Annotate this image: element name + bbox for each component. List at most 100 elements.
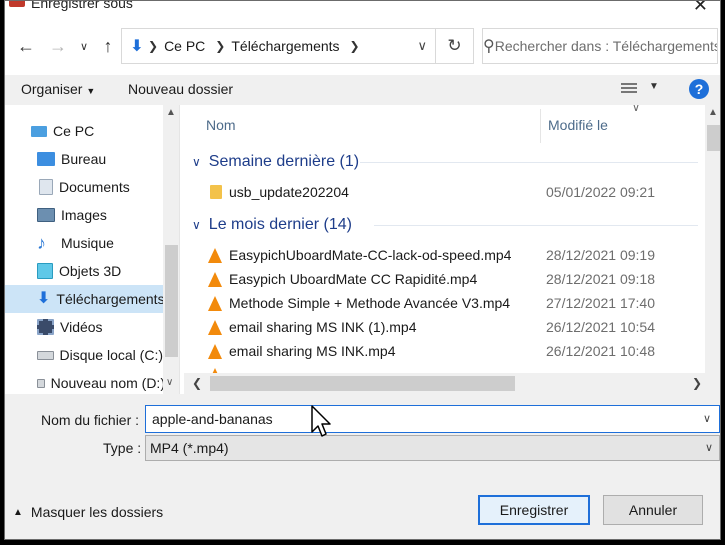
navigation-pane: Ce PC Bureau Documents Images ♪ Musique … xyxy=(5,105,180,394)
file-type-select[interactable]: MP4 (*.mp4) ∨ xyxy=(145,435,720,461)
scrollbar-thumb[interactable] xyxy=(707,125,720,151)
vlc-icon xyxy=(208,272,222,287)
breadcrumb-downloads[interactable]: Téléchargements xyxy=(231,38,339,54)
sort-chevron-icon: ∨ xyxy=(632,105,641,114)
videos-icon xyxy=(37,319,54,335)
refresh-icon[interactable]: ↻ xyxy=(435,29,473,63)
collapse-chevron-icon[interactable]: ∨ xyxy=(192,218,201,232)
view-options-icon[interactable] xyxy=(621,81,637,95)
file-name: EasypichUboardMate-CC-lack-od-speed.mp4 xyxy=(229,247,512,263)
list-item[interactable]: Methode Simple + Methode Avancée V3.mp4 … xyxy=(184,292,704,316)
scroll-left-icon[interactable]: ❮ xyxy=(192,376,202,390)
column-header-name[interactable]: Nom xyxy=(206,117,236,133)
list-item[interactable] xyxy=(184,364,704,373)
pictures-icon xyxy=(37,208,55,222)
new-folder-button[interactable]: Nouveau dossier xyxy=(128,81,233,97)
address-bar[interactable]: ⬇ ❯ Ce PC ❯ Téléchargements ❯ ∨ ↻ xyxy=(121,28,474,64)
main-area: Ce PC Bureau Documents Images ♪ Musique … xyxy=(5,105,720,394)
group-title: Semaine dernière (1) xyxy=(208,153,360,170)
search-box[interactable]: ⚲ Rechercher dans : Téléchargements xyxy=(482,28,718,64)
sidebar-item-music[interactable]: ♪ Musique xyxy=(5,229,163,257)
column-header-modified[interactable]: Modifié le xyxy=(548,117,608,133)
sidebar-item-3d-objects[interactable]: Objets 3D xyxy=(5,257,163,285)
sidebar-item-videos[interactable]: Vidéos xyxy=(5,313,163,341)
help-icon[interactable]: ? xyxy=(689,79,709,99)
list-item[interactable]: email sharing MS INK (1).mp4 26/12/2021 … xyxy=(184,316,704,340)
type-label: Type : xyxy=(103,440,142,456)
group-header-last-month[interactable]: ∨ Le mois dernier (14) xyxy=(192,216,352,234)
file-type-value: MP4 (*.mp4) xyxy=(150,440,229,456)
scrollbar-thumb[interactable] xyxy=(165,245,178,357)
save-form: Nom du fichier : ∨ Type : MP4 (*.mp4) ∨ … xyxy=(5,394,720,539)
sidebar-item-desktop[interactable]: Bureau xyxy=(5,145,163,173)
caret-down-icon: ▼ xyxy=(86,86,96,96)
vlc-icon xyxy=(208,296,222,311)
sidebar-item-downloads[interactable]: ⬇ Téléchargements xyxy=(5,285,165,313)
breadcrumb-this-pc[interactable]: Ce PC xyxy=(164,38,205,54)
sidebar-item-local-disk[interactable]: Disque local (C:) xyxy=(5,341,163,369)
group-divider xyxy=(374,225,698,226)
organize-label: Organiser xyxy=(21,81,83,97)
scroll-right-icon[interactable]: ❯ xyxy=(692,376,702,390)
group-header-last-week[interactable]: ∨ Semaine dernière (1) xyxy=(192,153,359,171)
scroll-up-icon[interactable]: ▲ xyxy=(166,107,176,118)
breadcrumb-chevron-icon[interactable]: ❯ xyxy=(350,39,360,53)
hide-folders-toggle[interactable]: ▲ Masquer les dossiers xyxy=(13,504,163,520)
file-date: 28/12/2021 09:19 xyxy=(546,247,655,263)
up-arrow-icon[interactable]: ↑ xyxy=(95,33,121,59)
sidebar-item-new-volume[interactable]: Nouveau nom (D:) xyxy=(5,369,165,394)
file-name: usb_update202204 xyxy=(229,184,349,200)
breadcrumb-chevron-icon[interactable]: ❯ xyxy=(148,39,158,53)
file-date: 26/12/2021 10:48 xyxy=(546,343,655,359)
scroll-down-icon[interactable]: ∨ xyxy=(166,377,173,388)
sidebar-scrollbar[interactable]: ▲ ∨ xyxy=(163,105,179,394)
cancel-button[interactable]: Annuler xyxy=(603,495,703,525)
back-arrow-icon[interactable]: ← xyxy=(13,33,39,59)
hide-folders-label: Masquer les dossiers xyxy=(30,504,164,520)
sidebar-item-pictures[interactable]: Images xyxy=(5,201,163,229)
filename-input[interactable] xyxy=(145,405,720,433)
list-item[interactable]: Easypich UboardMate CC Rapidité.mp4 28/1… xyxy=(184,268,704,292)
file-list-vertical-scrollbar[interactable]: ▲ xyxy=(705,105,720,373)
sidebar-item-label: Musique xyxy=(61,235,114,251)
file-list-horizontal-scrollbar[interactable]: ❮ ❯ xyxy=(184,373,720,394)
app-icon xyxy=(9,1,25,7)
sidebar-item-label: Objets 3D xyxy=(59,263,122,279)
drive-icon xyxy=(37,378,45,388)
list-item[interactable]: EasypichUboardMate-CC-lack-od-speed.mp4 … xyxy=(184,244,704,268)
filename-label: Nom du fichier : xyxy=(41,412,140,428)
3d-objects-icon xyxy=(37,263,53,279)
navigation-bar: ← → ∨ ↑ ⬇ ❯ Ce PC ❯ Téléchargements ❯ ∨ … xyxy=(5,19,720,75)
column-separator[interactable] xyxy=(540,109,541,143)
scrollbar-thumb[interactable] xyxy=(210,376,515,391)
chevron-down-icon: ∨ xyxy=(704,442,713,454)
sidebar-item-this-pc[interactable]: Ce PC xyxy=(5,117,163,145)
save-as-dialog: Enregistrer sous ✕ ← → ∨ ↑ ⬇ ❯ Ce PC ❯ T… xyxy=(4,0,721,540)
group-divider xyxy=(360,162,698,163)
recent-locations-chevron-icon[interactable]: ∨ xyxy=(71,33,97,59)
file-name: Easypich UboardMate CC Rapidité.mp4 xyxy=(229,271,478,287)
view-dropdown-icon[interactable]: ▼ xyxy=(649,81,659,92)
list-item[interactable]: email sharing MS INK.mp4 26/12/2021 10:4… xyxy=(184,340,704,364)
title-bar: Enregistrer sous ✕ xyxy=(5,1,720,19)
organize-button[interactable]: Organiser ▼ xyxy=(21,81,95,97)
list-item[interactable]: usb_update202204 05/01/2022 09:21 xyxy=(184,181,704,205)
close-icon[interactable]: ✕ xyxy=(693,1,708,16)
documents-icon xyxy=(39,179,53,195)
vlc-icon xyxy=(208,320,222,335)
music-icon: ♪ xyxy=(37,233,46,253)
scroll-up-icon[interactable]: ▲ xyxy=(708,107,718,118)
sidebar-item-documents[interactable]: Documents xyxy=(5,173,163,201)
collapse-chevron-icon[interactable]: ∨ xyxy=(192,155,201,169)
breadcrumb-chevron-icon[interactable]: ❯ xyxy=(215,39,225,53)
file-name: Methode Simple + Methode Avancée V3.mp4 xyxy=(229,295,511,311)
forward-arrow-icon[interactable]: → xyxy=(45,33,71,59)
search-icon: ⚲ xyxy=(483,38,495,55)
window-title: Enregistrer sous xyxy=(31,0,133,11)
desktop-icon xyxy=(37,152,55,166)
save-button[interactable]: Enregistrer xyxy=(478,495,590,525)
filename-dropdown-icon[interactable]: ∨ xyxy=(703,412,711,425)
caret-up-icon: ▲ xyxy=(13,506,23,518)
sidebar-item-label: Bureau xyxy=(61,151,107,167)
address-dropdown-icon[interactable]: ∨ xyxy=(417,38,427,54)
